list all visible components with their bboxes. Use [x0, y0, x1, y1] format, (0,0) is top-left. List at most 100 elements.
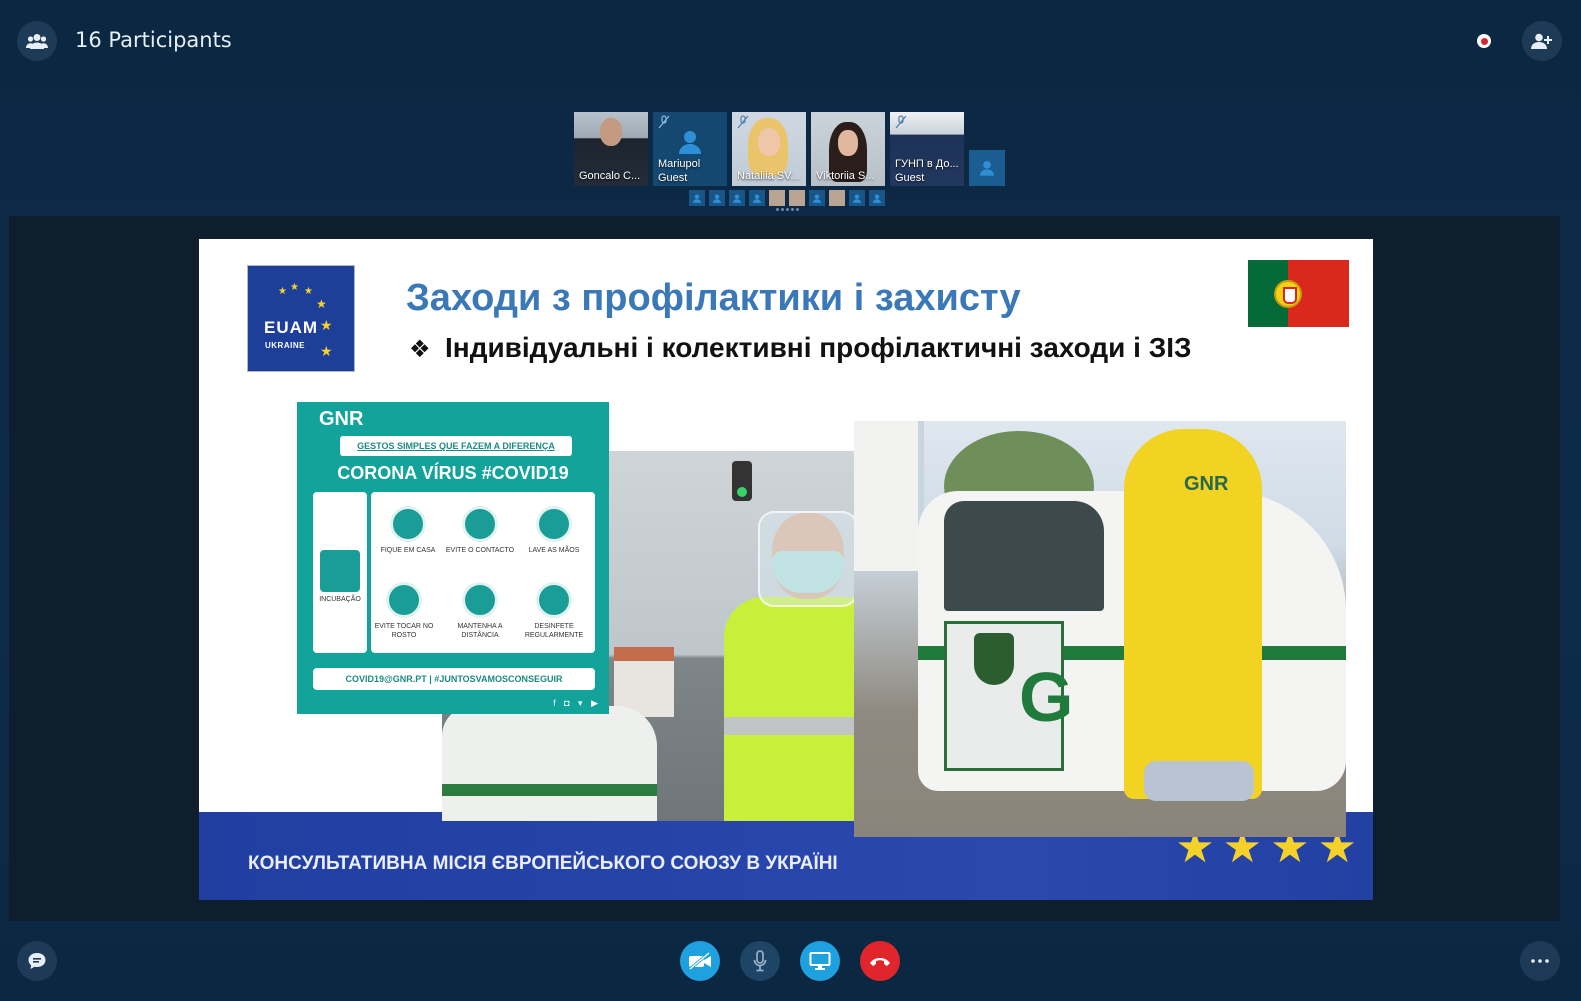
mini-participant[interactable]: [689, 190, 705, 206]
virus-icon: [320, 550, 360, 592]
coat-of-arms-icon: [1274, 280, 1302, 308]
shared-screen: ★ ★ ★ ★ ★ ★ EUAM UKRAINE Заходи з профіл…: [9, 216, 1560, 921]
no-contact-icon: [462, 506, 498, 542]
disinfect-icon: [536, 582, 572, 618]
bullet-icon: ❖: [409, 336, 431, 363]
mic-muted-icon: [895, 115, 907, 129]
call-header: 16 Participants: [0, 0, 1581, 84]
suit-label: GNR: [1184, 473, 1229, 495]
add-person-icon: [1531, 33, 1552, 49]
people-icon: [26, 34, 48, 49]
participant-mini-strip: [689, 190, 885, 206]
avatar-icon: [813, 194, 821, 203]
participant-strip: Goncalo C... Mariupol Guest Nataliia SV.…: [574, 112, 1005, 186]
avatar-icon: [873, 194, 881, 203]
participant-name: Viktoriia S...: [816, 170, 875, 182]
poster-item: DESINFETE REGULARMENTE: [517, 582, 591, 640]
more-options-button[interactable]: [1520, 941, 1560, 981]
mic-muted-icon: [737, 115, 749, 129]
chat-icon: [28, 953, 46, 969]
poster-brand: GNR: [319, 408, 364, 430]
stay-home-icon: [390, 506, 426, 542]
participant-sub: Guest: [895, 172, 925, 184]
avatar-icon: [713, 194, 721, 203]
poster-heading: CORONA VÍRUS #COVID19: [337, 463, 569, 483]
svg-text:★: ★: [316, 297, 327, 311]
mini-participant[interactable]: [869, 190, 885, 206]
participant-tile[interactable]: Mariupol Guest: [653, 112, 727, 186]
wash-hands-icon: [536, 506, 572, 542]
avatar-icon: [693, 194, 701, 203]
screen-share-icon: [809, 952, 831, 970]
logo-text: EUAM: [264, 318, 319, 337]
add-participant-button[interactable]: [1522, 21, 1562, 61]
mic-muted-icon: [658, 115, 670, 129]
poster-item: EVITE TOCAR NO ROSTO: [367, 582, 441, 640]
bullet-text: Індивідуальні і колективні профілактичні…: [445, 332, 1192, 363]
svg-text:★: ★: [290, 282, 299, 293]
poster-incubation: INCUBAÇÃO: [318, 550, 362, 603]
hazmat-photo: G GNR: [854, 421, 1346, 837]
call-controls: [0, 921, 1581, 1001]
video-off-icon: [689, 952, 711, 970]
svg-text:★: ★: [320, 317, 333, 333]
mini-participant[interactable]: [789, 190, 805, 206]
poster-subtitle: GESTOS SIMPLES QUE FAZEM A DIFERENÇA: [340, 436, 572, 456]
poster-item: LAVE AS MÃOS: [517, 506, 591, 555]
social-icons: f ◘ ▾ ▶: [553, 698, 601, 708]
avatar-icon: [980, 161, 994, 176]
chat-button[interactable]: [17, 941, 57, 981]
traffic-light-icon: [732, 461, 752, 501]
record-icon: [1477, 34, 1491, 48]
poster-footer: COVID19@GNR.PT | #JUNTOSVAMOSCONSEGUIR: [313, 668, 595, 690]
participant-tile[interactable]: Viktoriia S...: [811, 112, 885, 186]
avatar-icon: [853, 194, 861, 203]
strip-pager[interactable]: [776, 208, 799, 211]
mini-participant[interactable]: [729, 190, 745, 206]
participant-tile[interactable]: ГУНП в До... Guest: [890, 112, 964, 186]
avatar-icon: [733, 194, 741, 203]
more-participants-tile[interactable]: [969, 150, 1005, 186]
no-touch-face-icon: [386, 582, 422, 618]
slide-bullet: ❖ Індивідуальні і колективні профілактичн…: [409, 332, 1192, 364]
covid-poster: GNR GESTOS SIMPLES QUE FAZEM A DIFERENÇA…: [297, 402, 609, 714]
mini-participant[interactable]: [709, 190, 725, 206]
distance-icon: [462, 582, 498, 618]
mini-participant[interactable]: [849, 190, 865, 206]
portugal-flag: [1248, 260, 1349, 327]
participant-name: Nataliia SV...: [737, 170, 800, 182]
svg-text:★: ★: [304, 286, 313, 297]
euam-logo: ★ ★ ★ ★ ★ ★ EUAM UKRAINE: [247, 265, 355, 372]
more-icon: [1531, 959, 1549, 963]
slide-title: Заходи з профілактики і захисту: [406, 277, 1021, 319]
svg-text:★: ★: [278, 286, 287, 297]
mini-participant[interactable]: [809, 190, 825, 206]
avatar-icon: [753, 194, 761, 203]
hang-up-icon: [870, 958, 890, 966]
participants-button[interactable]: [17, 21, 57, 61]
mic-toggle-button[interactable]: [740, 941, 780, 981]
hang-up-button[interactable]: [860, 941, 900, 981]
video-toggle-button[interactable]: [680, 941, 720, 981]
microphone-icon: [753, 950, 767, 972]
presentation-slide: ★ ★ ★ ★ ★ ★ EUAM UKRAINE Заходи з профіл…: [199, 239, 1373, 900]
gnr-crest-icon: [974, 633, 1014, 685]
participant-tile[interactable]: Nataliia SV...: [732, 112, 806, 186]
participant-name: Mariupol: [658, 158, 701, 170]
participant-name: Goncalo C...: [579, 170, 641, 182]
participants-count[interactable]: 16 Participants: [75, 28, 232, 52]
mini-participant[interactable]: [829, 190, 845, 206]
participant-name: ГУНП в До...: [895, 158, 959, 170]
poster-item: FIQUE EM CASA: [371, 506, 445, 555]
mini-participant[interactable]: [749, 190, 765, 206]
screen-share-button[interactable]: [800, 941, 840, 981]
avatar-icon: [679, 131, 701, 154]
slide-footer-text: КОНСУЛЬТАТИВНА МІСІЯ ЄВРОПЕЙСЬКОГО СОЮЗУ…: [248, 853, 838, 874]
mini-participant[interactable]: [769, 190, 785, 206]
poster-item: EVITE O CONTACTO: [443, 506, 517, 555]
logo-subtext: UKRAINE: [265, 341, 305, 350]
svg-text:★: ★: [320, 343, 333, 359]
participant-tile[interactable]: Goncalo C...: [574, 112, 648, 186]
poster-item: MANTENHA A DISTÂNCIA: [443, 582, 517, 640]
participant-sub: Guest: [658, 172, 688, 184]
